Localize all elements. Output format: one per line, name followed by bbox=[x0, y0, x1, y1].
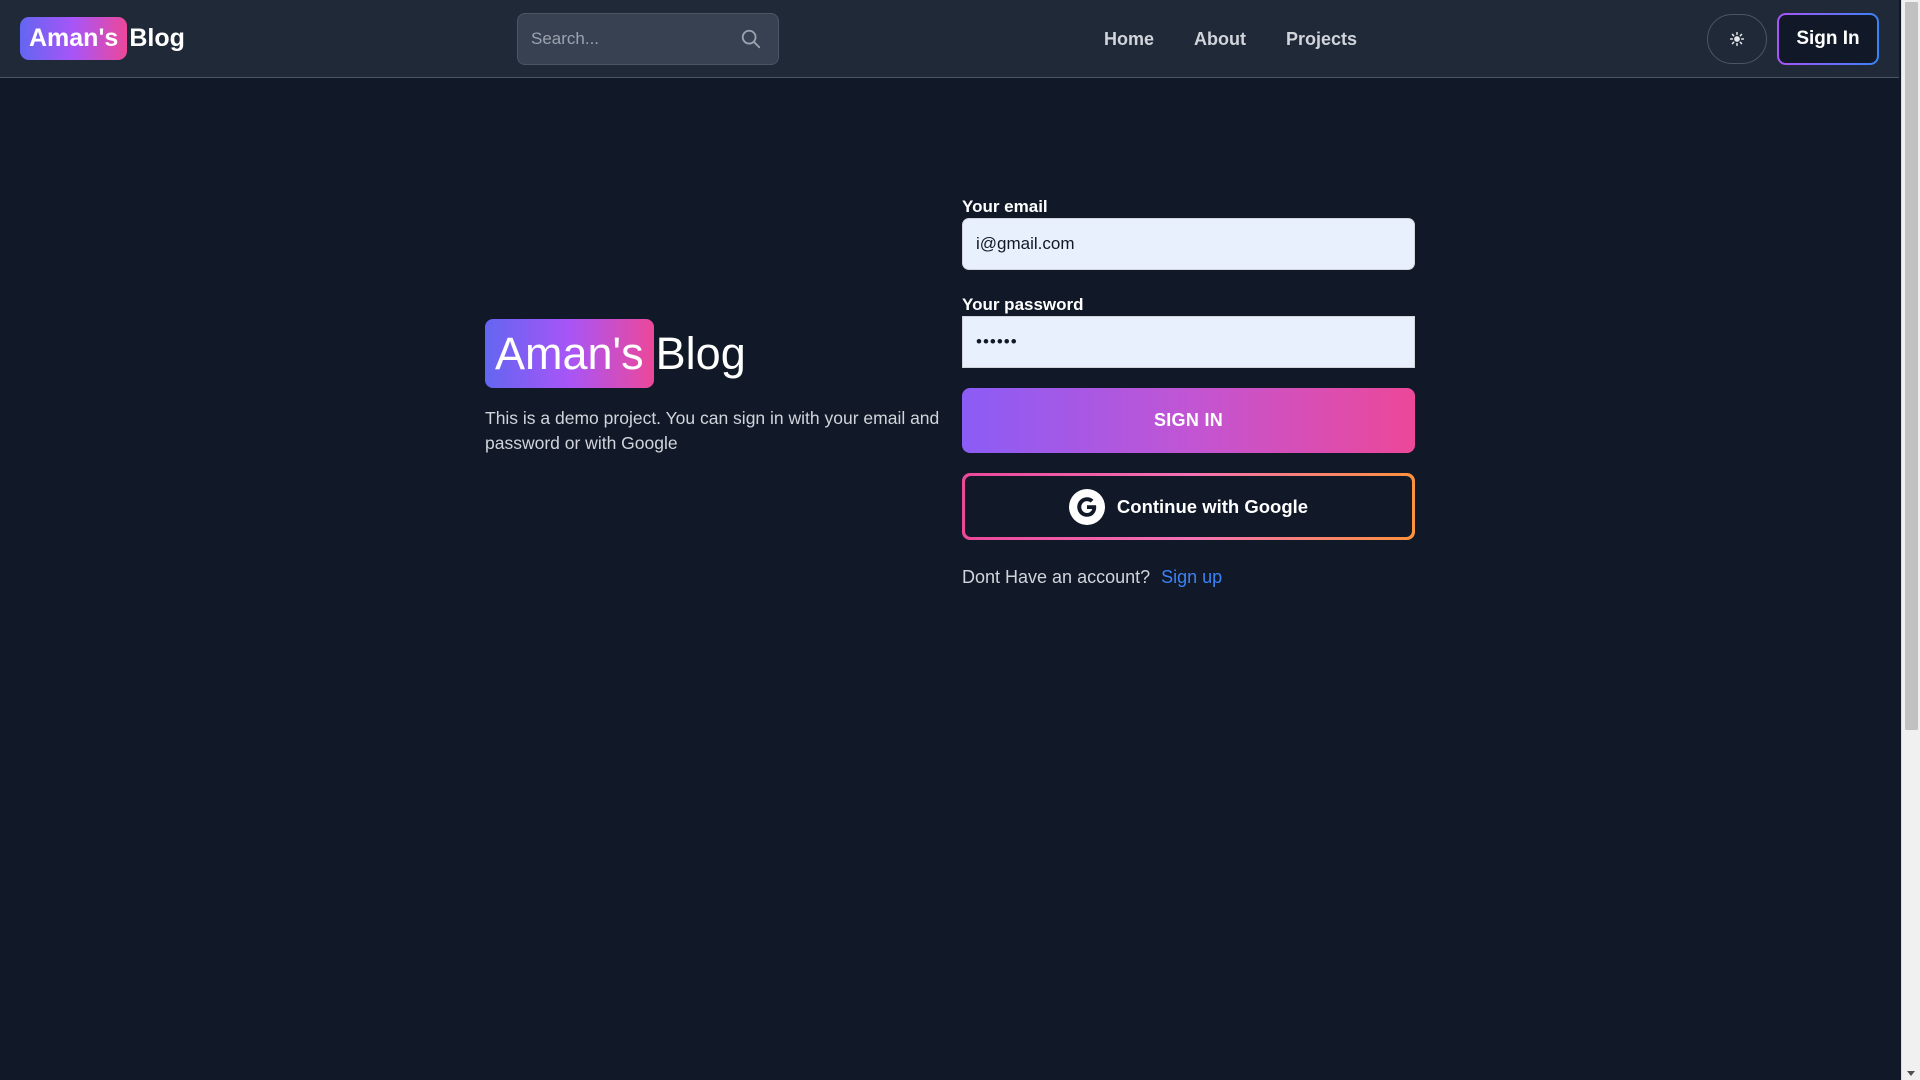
theme-toggle-button[interactable] bbox=[1707, 14, 1767, 64]
google-icon bbox=[1068, 488, 1105, 525]
sun-icon bbox=[1730, 32, 1744, 46]
search-box bbox=[517, 13, 779, 65]
header-sign-in-button[interactable]: Sign In bbox=[1777, 13, 1879, 65]
sign-in-button[interactable]: SIGN IN bbox=[962, 388, 1415, 453]
search-input[interactable] bbox=[518, 14, 728, 64]
nav-link-projects[interactable]: Projects bbox=[1286, 29, 1357, 50]
google-button-label: Continue with Google bbox=[1116, 495, 1309, 517]
header-sign-in-label: Sign In bbox=[1779, 15, 1877, 63]
brand-text: Blog bbox=[129, 24, 185, 52]
hero-brand-logo: Aman's Blog bbox=[485, 319, 945, 388]
signup-link[interactable]: Sign up bbox=[1161, 567, 1222, 587]
google-button-inner: Continue with Google bbox=[965, 476, 1412, 537]
email-label: Your email bbox=[962, 197, 1048, 216]
page: Aman's Blog Home About Projects bbox=[0, 0, 1899, 1080]
search-icon[interactable] bbox=[740, 28, 762, 50]
scroll-down-arrow-icon[interactable] bbox=[1907, 1071, 1915, 1076]
password-label: Your password bbox=[962, 295, 1084, 314]
google-sign-in-button[interactable]: Continue with Google bbox=[962, 473, 1415, 540]
hero-description: This is a demo project. You can sign in … bbox=[485, 408, 940, 453]
email-field[interactable] bbox=[962, 218, 1415, 270]
password-field[interactable] bbox=[962, 316, 1415, 368]
nav-link-home[interactable]: Home bbox=[1104, 29, 1154, 50]
brand-logo[interactable]: Aman's Blog bbox=[20, 17, 185, 60]
hero-section: Aman's Blog This is a demo project. You … bbox=[485, 319, 945, 474]
sign-in-form: Your email Your password SIGN IN Cont bbox=[962, 196, 1415, 588]
nav-link-about[interactable]: About bbox=[1194, 29, 1246, 50]
page-scrollbar[interactable] bbox=[1901, 0, 1920, 1080]
hero-brand-text: Blog bbox=[655, 327, 746, 379]
signup-prompt: Dont Have an account? bbox=[962, 567, 1151, 587]
top-navbar: Aman's Blog Home About Projects bbox=[0, 0, 1899, 78]
sign-in-button-label: SIGN IN bbox=[1153, 410, 1224, 430]
hero-brand-highlight: Aman's bbox=[485, 319, 654, 388]
brand-highlight: Aman's bbox=[20, 17, 128, 60]
main-nav: Home About Projects bbox=[1104, 0, 1397, 78]
scrollbar-thumb[interactable] bbox=[1905, 2, 1918, 730]
signup-row: Dont Have an account? Sign up bbox=[962, 567, 1415, 588]
